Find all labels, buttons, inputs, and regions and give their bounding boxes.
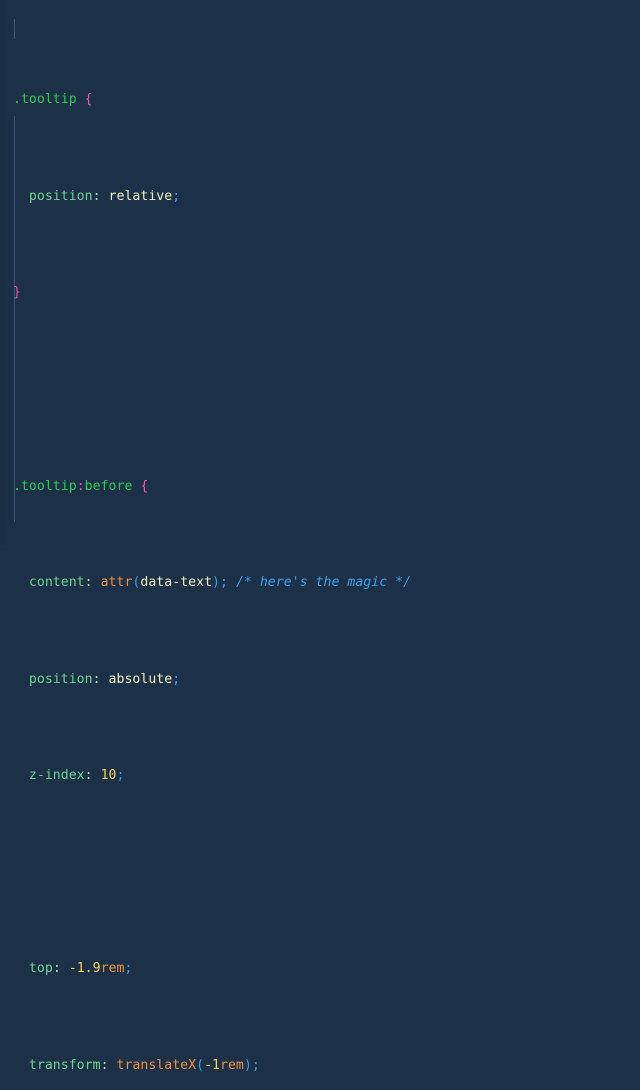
css-pseudo-element: before	[84, 478, 133, 494]
css-number: -1.9	[68, 961, 101, 977]
colon: :	[84, 575, 93, 591]
paren-close: )	[243, 1057, 252, 1073]
colon: :	[52, 961, 61, 977]
css-number: 10	[100, 768, 117, 784]
css-value: relative	[108, 188, 173, 204]
code-content[interactable]: .tooltip { position: relative; } .toolti…	[0, 13, 640, 1090]
semicolon: ;	[124, 961, 133, 977]
paren-open: (	[196, 1057, 205, 1073]
paren-open: (	[132, 575, 141, 591]
css-value: absolute	[108, 671, 173, 687]
css-property: transform	[28, 1057, 101, 1073]
code-line[interactable]: }	[13, 283, 640, 302]
css-property: position	[28, 188, 93, 204]
css-selector: .tooltip	[13, 92, 77, 108]
colon: :	[100, 1057, 109, 1073]
semicolon: ;	[220, 575, 228, 591]
semicolon: ;	[116, 768, 125, 784]
css-selector: .tooltip	[13, 478, 77, 494]
code-line[interactable]: .tooltip {	[13, 90, 640, 109]
css-number: -1	[204, 1057, 220, 1073]
code-line[interactable]: .tooltip:before {	[13, 477, 640, 496]
colon: :	[84, 768, 93, 784]
code-editor[interactable]: .tooltip { position: relative; } .toolti…	[0, 0, 640, 1073]
pseudo-colon: :	[76, 478, 85, 494]
css-property: z-index	[28, 768, 85, 784]
css-property: content	[28, 575, 85, 591]
code-line[interactable]: position: relative;	[13, 187, 640, 206]
code-line[interactable]: z-index: 10;	[13, 766, 640, 785]
css-unit: rem	[100, 961, 125, 977]
css-function: translateX	[116, 1057, 197, 1073]
brace-open: {	[84, 92, 93, 108]
css-function: attr	[100, 575, 133, 591]
semicolon: ;	[251, 1057, 260, 1073]
css-property: position	[28, 671, 93, 687]
colon: :	[92, 671, 101, 687]
css-comment: /* here's the magic */	[235, 575, 412, 591]
code-line-blank[interactable]	[13, 863, 640, 882]
code-line[interactable]: position: absolute;	[13, 670, 640, 689]
css-function-argument: data-text	[140, 575, 213, 591]
code-line[interactable]: content: attr(data-text); /* here's the …	[13, 573, 640, 592]
semicolon: ;	[172, 188, 181, 204]
colon: :	[92, 188, 101, 204]
code-line-blank[interactable]	[13, 380, 640, 399]
semicolon: ;	[172, 671, 181, 687]
css-property: top	[28, 961, 53, 977]
code-line[interactable]: transform: translateX(-1rem);	[13, 1056, 640, 1075]
css-unit: rem	[220, 1057, 244, 1073]
paren-close: )	[212, 575, 220, 591]
brace-open: {	[140, 478, 149, 494]
brace-close: }	[13, 285, 21, 301]
code-line[interactable]: top: -1.9rem;	[13, 959, 640, 978]
